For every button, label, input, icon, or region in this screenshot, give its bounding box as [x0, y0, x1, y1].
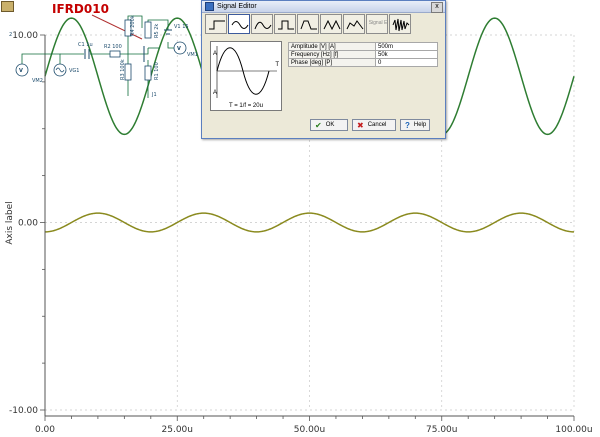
waveform-general-button[interactable] — [343, 14, 365, 34]
waveform-square-button[interactable] — [274, 14, 296, 34]
close-icon[interactable]: x — [431, 2, 443, 13]
v1-label: V1 15 — [174, 24, 189, 30]
svg-text:V: V — [177, 46, 181, 52]
ok-button[interactable]: ✔ OK — [310, 119, 348, 131]
parameter-table: Amplitude [V] [A] 500m Frequency [Hz] [f… — [288, 42, 438, 67]
waveform-noise-button[interactable] — [389, 14, 411, 34]
waveform-damped-sine-button[interactable] — [251, 14, 273, 34]
waveform-unit-step-button[interactable] — [205, 14, 227, 34]
question-icon: ? — [405, 120, 410, 130]
signal-editor-button-label: Signal E — [368, 20, 388, 26]
help-button[interactable]: ? Help — [400, 119, 430, 131]
y-axis-label: Axis label — [5, 201, 15, 244]
preview-period-label: T — [275, 62, 279, 68]
j1-label: J1 — [151, 92, 157, 98]
dialog-app-icon — [205, 2, 214, 11]
waveform-triangle-button[interactable] — [320, 14, 342, 34]
x-tick-label: 100.00u — [555, 425, 592, 435]
table-row: Amplitude [V] [A] 500m — [288, 42, 438, 51]
r4-label: R4 200k — [130, 15, 136, 36]
table-row: Frequency [Hz] [f] 50k — [288, 50, 438, 59]
fragment-2: 2 — [9, 32, 12, 38]
waveform-trapezoid-button[interactable] — [297, 14, 319, 34]
x-tick-label: 0.00 — [35, 425, 55, 435]
y-tick-label: -10.00 — [9, 406, 38, 416]
r2-label: R2 100 — [104, 44, 122, 50]
dialog-titlebar[interactable]: Signal Editor — [202, 1, 445, 13]
c1-label: C1 1u — [78, 42, 93, 48]
waveform-sine-button[interactable] — [228, 14, 250, 34]
amplitude-label: Amplitude [V] [A] — [288, 42, 376, 51]
preview-amplitude-top: A — [213, 51, 218, 57]
waveform-preview: A A T T = 1/f = 20u — [210, 41, 282, 111]
cancel-button[interactable]: ✖ Cancel — [352, 119, 396, 131]
frequency-field[interactable]: 50k — [375, 50, 438, 59]
table-row: Phase [deg] [P] 0 — [288, 58, 438, 67]
phase-label: Phase [deg] [P] — [288, 58, 376, 67]
preview-sine — [216, 46, 277, 98]
r3-label: R3 100k — [120, 59, 126, 80]
check-icon: ✔ — [315, 120, 322, 130]
svg-text:V: V — [19, 68, 23, 74]
help-button-label: Help — [413, 122, 427, 128]
y-tick-label: 0.00 — [18, 219, 38, 229]
x-icon: ✖ — [357, 120, 364, 130]
phase-field[interactable]: 0 — [375, 58, 438, 67]
r1-label: R1 100 — [154, 62, 160, 80]
signal-editor-dialog: Signal Editor x Signal E A A T T = 1/f =… — [201, 0, 446, 139]
waveform-signal-editor-button: Signal E — [366, 14, 388, 34]
x-tick-label: 50.00u — [294, 425, 325, 435]
x-tick-label: 25.00u — [162, 425, 193, 435]
vg1-label: VG1 — [69, 68, 79, 74]
r5-label: R5 2k — [154, 24, 160, 38]
dialog-title: Signal Editor — [217, 3, 257, 10]
x-tick-label: 75.00u — [426, 425, 457, 435]
dialog-buttons: ✔ OK ✖ Cancel ? Help — [310, 119, 430, 131]
amplitude-field[interactable]: 500m — [375, 42, 438, 51]
circuit-schematic: V VM2 VG1 C1 1u R2 100 R4 200k R3 100k J… — [9, 15, 198, 98]
waveform-toolbar: Signal E — [205, 14, 411, 36]
frequency-label: Frequency [Hz] [f] — [288, 50, 376, 59]
ok-button-label: OK — [325, 122, 335, 128]
cancel-button-label: Cancel — [367, 122, 387, 128]
vm2-label: VM2 — [32, 78, 43, 84]
vm1-label: VM1 — [187, 52, 198, 58]
preview-formula: T = 1/f = 20u — [229, 103, 263, 109]
preview-amplitude-bottom: A — [213, 90, 218, 96]
